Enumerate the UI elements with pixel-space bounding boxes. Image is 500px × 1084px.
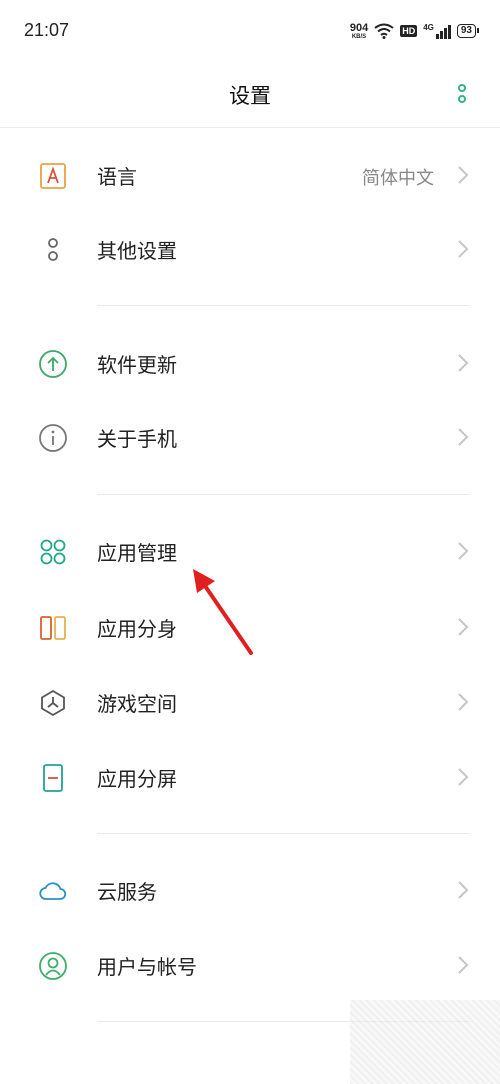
chevron-right-icon (458, 881, 469, 899)
cloud-icon (38, 876, 68, 906)
app-clone-icon (38, 613, 68, 643)
group-divider (97, 833, 470, 834)
app-grid-icon (38, 537, 68, 567)
status-bar: 21:07 904 KB/S HD 4G 93 (0, 0, 500, 60)
language-icon (38, 161, 68, 191)
settings-item-label: 软件更新 (97, 353, 177, 377)
annotation-arrow-icon (193, 569, 253, 655)
chevron-right-icon (458, 166, 469, 184)
battery-icon: 93 (456, 24, 480, 38)
settings-item-label: 游戏空间 (97, 692, 177, 716)
watermark (350, 1000, 500, 1084)
chevron-right-icon (458, 956, 469, 974)
other-settings-icon (38, 235, 68, 265)
signal-icon: 4G (423, 23, 451, 39)
chevron-right-icon (458, 428, 469, 446)
network-speed: 904 KB/S (349, 21, 369, 40)
wifi-icon (374, 23, 394, 39)
settings-item-label: 应用分身 (97, 617, 177, 641)
more-options-button[interactable] (448, 80, 476, 108)
chevron-right-icon (458, 693, 469, 711)
chevron-right-icon (458, 240, 469, 258)
status-time: 21:07 (24, 20, 70, 40)
battery-level: 93 (460, 25, 472, 36)
settings-item-user-account[interactable]: 用户与帐号 (0, 928, 500, 1002)
chevron-right-icon (458, 768, 469, 786)
chevron-right-icon (458, 354, 469, 372)
settings-item-label: 关于手机 (97, 427, 177, 451)
hd-badge: HD (400, 25, 418, 37)
game-space-icon (38, 688, 68, 718)
network-speed-unit: KB/S (351, 33, 367, 40)
settings-item-language[interactable]: 语言 简体中文 (0, 138, 500, 212)
settings-item-game-space[interactable]: 游戏空间 (0, 665, 500, 739)
network-speed-value: 904 (349, 21, 369, 34)
settings-item-label: 云服务 (97, 880, 157, 904)
settings-item-other-settings[interactable]: 其他设置 (0, 212, 500, 286)
chevron-right-icon (458, 618, 469, 636)
settings-item-label: 语言 (97, 165, 137, 189)
settings-item-label: 用户与帐号 (97, 955, 197, 979)
update-icon (38, 349, 68, 379)
settings-item-software-update[interactable]: 软件更新 (0, 326, 500, 400)
title-bar: 设置 (0, 60, 500, 128)
settings-item-value: 简体中文 (362, 168, 434, 189)
split-screen-icon (38, 763, 68, 793)
info-icon (38, 423, 68, 453)
settings-item-label: 应用分屏 (97, 767, 177, 791)
settings-item-split-screen[interactable]: 应用分屏 (0, 740, 500, 814)
settings-item-about-phone[interactable]: 关于手机 (0, 400, 500, 474)
network-type: 4G (423, 23, 434, 32)
group-divider (97, 494, 470, 495)
user-icon (38, 951, 68, 981)
chevron-right-icon (458, 542, 469, 560)
settings-item-label: 其他设置 (97, 239, 177, 263)
more-vertical-icon (458, 84, 466, 103)
settings-item-label: 应用管理 (97, 541, 177, 565)
settings-item-cloud-service[interactable]: 云服务 (0, 853, 500, 927)
page-title: 设置 (229, 84, 271, 108)
status-icons: 904 KB/S HD 4G 93 (349, 20, 480, 42)
group-divider (97, 305, 470, 306)
